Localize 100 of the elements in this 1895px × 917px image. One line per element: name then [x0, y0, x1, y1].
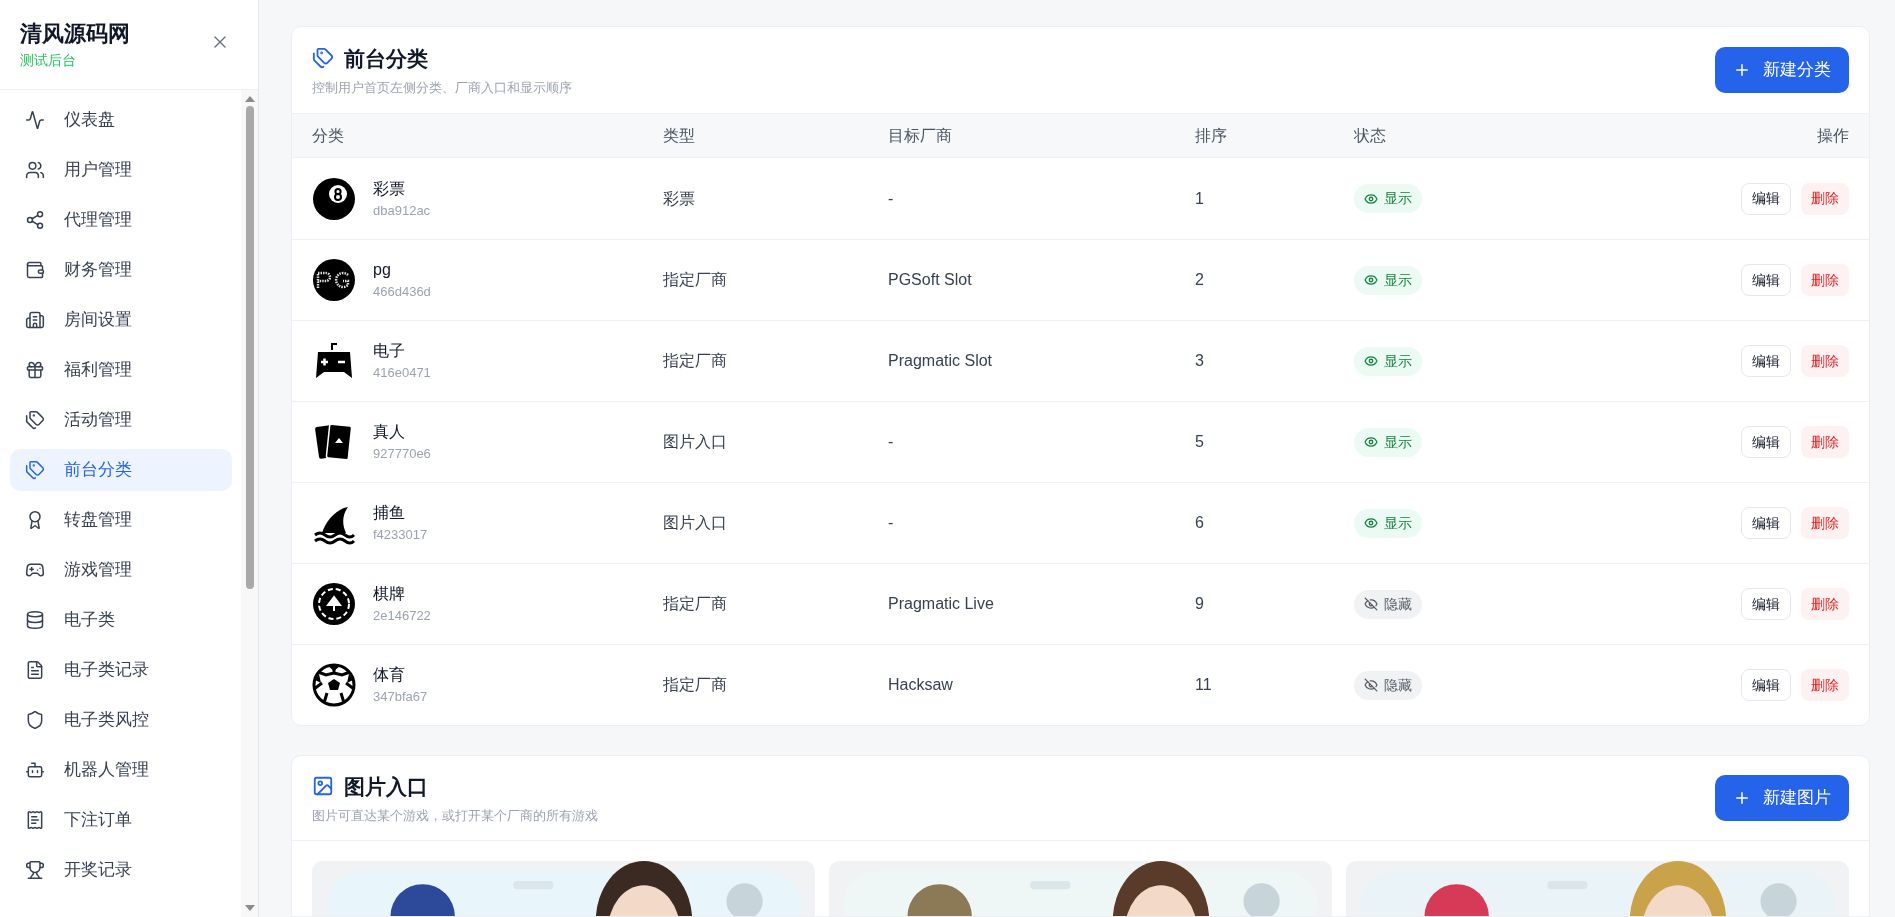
eye-icon: [1364, 435, 1378, 449]
pg-logo-icon: [312, 258, 356, 302]
table-cell-text: 图片入口: [663, 432, 728, 452]
soccer-ball-icon: [312, 663, 356, 707]
section-subtitle: 图片可直达某个游戏，或打开某个厂商的所有游戏: [312, 807, 598, 825]
column-header: 排序: [1195, 125, 1228, 146]
nav-icon: [25, 660, 45, 680]
category-id: 416e0471: [373, 364, 431, 383]
table-cell-text: 指定厂商: [663, 270, 728, 290]
plus-icon: [1733, 789, 1751, 807]
table-cell-text: 指定厂商: [663, 351, 728, 371]
poker-chip-icon: [312, 582, 356, 626]
status-badge: 显示: [1354, 265, 1422, 295]
status-badge: 显示: [1354, 508, 1422, 538]
image-icon: [312, 775, 334, 798]
nav-item[interactable]: 财务管理: [10, 249, 232, 291]
new-category-button[interactable]: 新建分类: [1715, 47, 1849, 93]
nav-item[interactable]: 下注订单: [10, 799, 232, 841]
category-id: 347bfa67: [373, 688, 428, 707]
column-header: 操作: [1817, 125, 1849, 146]
delete-button[interactable]: 删除: [1801, 426, 1849, 458]
nav-item[interactable]: 开奖记录: [10, 849, 232, 891]
scroll-down-icon[interactable]: [244, 905, 255, 911]
edit-button[interactable]: 编辑: [1741, 182, 1791, 215]
brand-subtitle: 测试后台: [20, 50, 77, 70]
nav-item[interactable]: 房间设置: [10, 299, 232, 341]
delete-button[interactable]: 删除: [1801, 264, 1849, 296]
eye-icon: [1364, 516, 1378, 530]
brand-title: 清风源码网: [20, 20, 130, 48]
billiard-ball-icon: [312, 176, 356, 221]
table-cell-text: 指定厂商: [663, 675, 728, 695]
category-name: pg: [373, 260, 392, 281]
edit-button[interactable]: 编辑: [1741, 588, 1791, 620]
delete-button[interactable]: 删除: [1801, 588, 1849, 620]
nav-icon: [25, 760, 45, 780]
status-badge: 隐藏: [1354, 670, 1422, 700]
category-name: 真人: [373, 422, 406, 443]
table-cell-text: 彩票: [663, 188, 696, 209]
section-subtitle: 控制用户首页左侧分类、厂商入口和显示顺序: [312, 79, 572, 97]
status-badge: 显示: [1354, 184, 1422, 213]
category-name: 棋牌: [373, 584, 406, 605]
table-cell-text: 11: [1195, 675, 1213, 695]
table-cell-text: 图片入口: [663, 513, 728, 533]
table-cell-text: Pragmatic Slot: [888, 351, 994, 371]
nav-icon: [25, 410, 45, 430]
nav-item[interactable]: 电子类风控: [10, 699, 232, 741]
nav-icon: [25, 310, 45, 330]
edit-button[interactable]: 编辑: [1741, 507, 1791, 539]
nav-icon: [25, 360, 45, 380]
category-id: dba912ac: [373, 201, 431, 220]
table-cell-text: -: [888, 188, 895, 209]
nav-item[interactable]: 前台分类: [10, 449, 232, 491]
scrollbar-thumb[interactable]: [245, 106, 254, 589]
nav-item[interactable]: 用户管理: [10, 149, 232, 191]
status-badge: 显示: [1354, 427, 1422, 457]
column-header: 状态: [1354, 125, 1387, 146]
table-cell-text: -: [888, 513, 895, 533]
scrollbar[interactable]: [241, 90, 258, 917]
table-cell-text: 2: [1195, 270, 1205, 290]
nav-item[interactable]: 电子类: [10, 599, 232, 641]
nav-item[interactable]: 转盘管理: [10, 499, 232, 541]
nav-item[interactable]: 机器人管理: [10, 749, 232, 791]
nav-icon: [25, 610, 45, 630]
delete-button[interactable]: 删除: [1801, 507, 1849, 539]
status-badge: 隐藏: [1354, 589, 1422, 619]
edit-button[interactable]: 编辑: [1741, 345, 1791, 377]
eye-icon: [1364, 191, 1378, 206]
delete-button[interactable]: 删除: [1801, 182, 1849, 215]
column-header: 类型: [663, 125, 696, 146]
nav-item[interactable]: 电子类记录: [10, 649, 232, 691]
delete-button[interactable]: 删除: [1801, 669, 1849, 701]
nav-icon: [25, 560, 45, 580]
nav-icon: [25, 460, 45, 480]
nav-item[interactable]: 代理管理: [10, 199, 232, 241]
eye-icon: [1364, 273, 1378, 287]
edit-button[interactable]: 编辑: [1741, 669, 1791, 701]
table-cell-text: -: [888, 432, 895, 452]
nav-item[interactable]: 游戏管理: [10, 549, 232, 591]
category-id: 466d436d: [373, 283, 431, 302]
category-id: 927770e6: [373, 445, 431, 464]
category-name: 体育: [373, 665, 406, 686]
nav-item[interactable]: 活动管理: [10, 399, 232, 441]
table-cell-text: 6: [1195, 513, 1205, 533]
table-cell-text: 9: [1195, 594, 1205, 614]
table-cell-text: 5: [1195, 432, 1205, 452]
scroll-up-icon[interactable]: [244, 96, 255, 102]
section-title: 图片入口: [344, 773, 428, 800]
category-name: 电子: [373, 341, 406, 362]
nav-icon: [25, 260, 45, 280]
edit-button[interactable]: 编辑: [1741, 264, 1791, 296]
category-name: 彩票: [373, 178, 406, 199]
nav-item[interactable]: 仪表盘: [10, 99, 232, 141]
category-id: f4233017: [373, 526, 428, 545]
nav-icon: [25, 110, 45, 130]
new-image-button[interactable]: 新建图片: [1715, 775, 1849, 821]
delete-button[interactable]: 删除: [1801, 345, 1849, 377]
category-id: 2e146722: [373, 607, 431, 626]
nav-item[interactable]: 福利管理: [10, 349, 232, 391]
edit-button[interactable]: 编辑: [1741, 426, 1791, 458]
status-badge: 显示: [1354, 346, 1422, 376]
